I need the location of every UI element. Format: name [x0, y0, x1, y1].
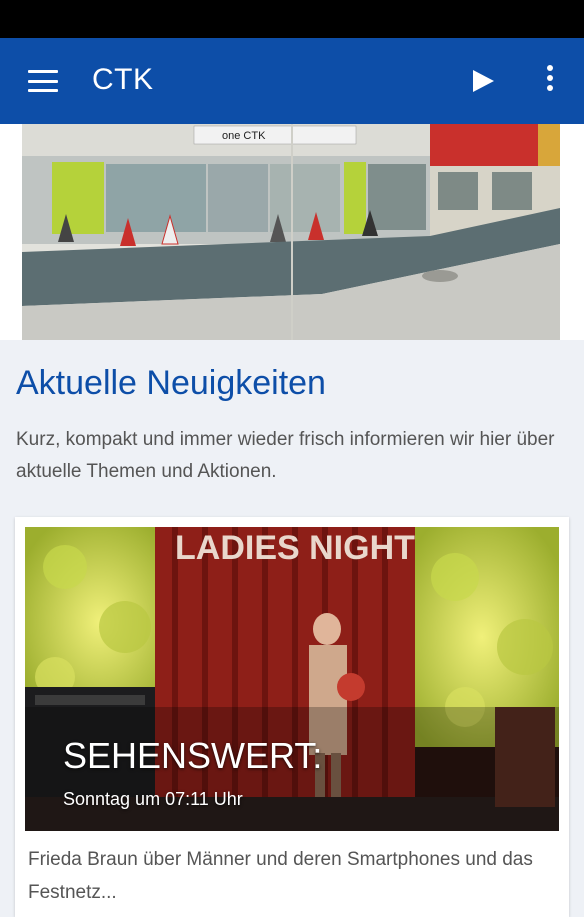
status-bar [0, 0, 584, 38]
news-heading: Aktuelle Neuigkeiten [16, 364, 326, 402]
play-icon[interactable] [470, 68, 496, 94]
hero-banner: one CTK [0, 124, 584, 340]
card-overlay-title: SEHENSWERT: [63, 735, 323, 776]
news-intro-text: Kurz, kompakt und immer wieder frisch in… [16, 429, 555, 482]
card-description: Frieda Braun über Männer und deren Smart… [28, 849, 533, 903]
storefront-photo: one CTK [22, 124, 560, 340]
card-overlay-time: Sonntag um 07:11 Uhr [63, 789, 243, 809]
app-bar: CTK [0, 38, 584, 124]
app-title: CTK [92, 63, 154, 96]
hamburger-menu-icon[interactable] [28, 70, 58, 92]
store-sign-text: one CTK [222, 130, 266, 142]
more-vert-icon[interactable] [540, 65, 560, 97]
ladies-night-image: LADIES NIGHT SEHENSWERT: Sonntag um 07:1… [25, 527, 559, 831]
ladies-night-sign: LADIES NIGHT [175, 529, 415, 567]
news-card[interactable]: LADIES NIGHT SEHENSWERT: Sonntag um 07:1… [15, 517, 569, 917]
